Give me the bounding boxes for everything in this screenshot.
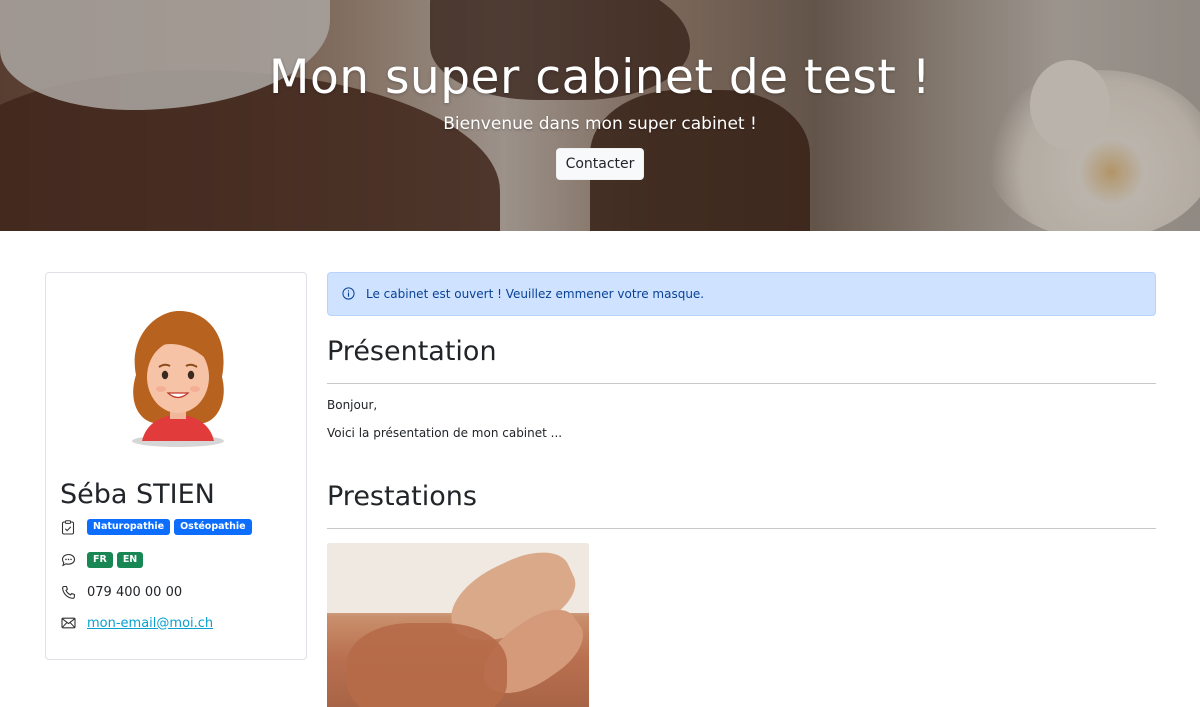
contact-button[interactable]: Contacter	[556, 148, 644, 180]
massage-service-image[interactable]	[327, 543, 589, 707]
clipboard-check-icon	[60, 519, 76, 535]
image-back	[347, 623, 507, 707]
specialty-badge: Ostéopathie	[174, 519, 252, 535]
hero-title: Mon super cabinet de test !	[268, 50, 932, 105]
alert-text: Le cabinet est ouvert ! Veuillez emmener…	[366, 287, 705, 301]
hero-subtitle: Bienvenue dans mon super cabinet !	[443, 114, 757, 134]
prestations-heading: Prestations	[327, 481, 477, 512]
info-alert: Le cabinet est ouvert ! Veuillez emmener…	[327, 272, 1156, 316]
presentation-paragraph: Bonjour,	[327, 398, 378, 412]
info-circle-icon	[342, 285, 355, 304]
presentation-paragraph: Voici la présentation de mon cabinet ...	[327, 426, 563, 440]
presentation-divider	[327, 383, 1156, 384]
hero-banner: Mon super cabinet de test ! Bienvenue da…	[0, 0, 1200, 231]
specialties-row: Naturopathie Ostéopathie	[60, 519, 256, 535]
language-badge: FR	[87, 552, 113, 568]
phone-icon	[60, 584, 76, 600]
presentation-heading: Présentation	[327, 336, 497, 367]
email-row: mon-email@moi.ch	[60, 615, 213, 631]
avatar	[132, 310, 224, 447]
specialty-badge: Naturopathie	[87, 519, 171, 535]
envelope-icon	[60, 615, 76, 631]
languages-row: FR EN	[60, 552, 147, 568]
profile-card: Séba STIEN Naturopathie Ostéopathie FR E…	[45, 272, 307, 660]
chat-bubble-icon	[60, 552, 76, 568]
profile-name: Séba STIEN	[60, 479, 215, 510]
email-link[interactable]: mon-email@moi.ch	[87, 616, 213, 631]
phone-row: 079 400 00 00	[60, 584, 182, 600]
prestations-divider	[327, 528, 1156, 529]
language-badge: EN	[116, 552, 144, 568]
phone-number: 079 400 00 00	[87, 584, 183, 600]
